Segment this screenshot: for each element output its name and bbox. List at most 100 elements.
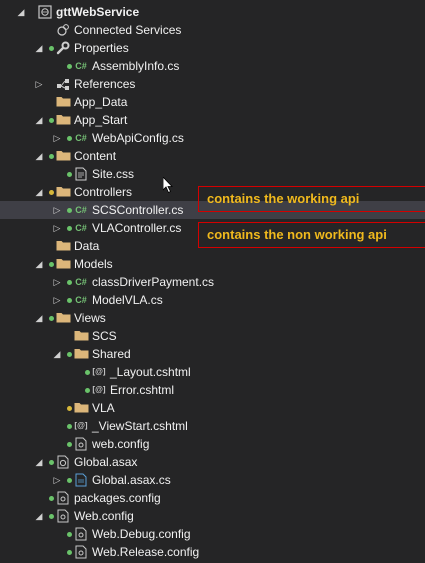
- expand-arrow-icon[interactable]: ◢: [34, 111, 44, 129]
- git-status-icon: [67, 172, 72, 177]
- config-file-icon: [55, 509, 71, 523]
- tree-item[interactable]: ◢ App_Start: [0, 111, 425, 129]
- wrench-icon: [55, 41, 71, 55]
- git-status-icon: [67, 136, 72, 141]
- config-file-icon: [73, 527, 89, 541]
- folder-icon: [55, 113, 71, 127]
- tree-item[interactable]: ◢ Web.config: [0, 507, 425, 525]
- tree-item[interactable]: ◢ Shared: [0, 345, 425, 363]
- project-icon: [37, 5, 53, 19]
- tree-item-label: packages.config: [74, 491, 161, 505]
- tree-item[interactable]: ▷ C# WebApiConfig.cs: [0, 129, 425, 147]
- git-status-icon: [49, 460, 54, 465]
- tree-item[interactable]: ◢ Global.asax: [0, 453, 425, 471]
- folder-icon: [73, 347, 89, 361]
- tree-item-label: SCS: [92, 329, 117, 343]
- git-status-icon: [85, 370, 90, 375]
- tree-item[interactable]: App_Data: [0, 93, 425, 111]
- csharp-file-icon: C#: [75, 277, 87, 287]
- expand-arrow-icon[interactable]: ◢: [34, 147, 44, 165]
- git-status-icon: [67, 208, 72, 213]
- csharp-file-icon: C#: [75, 223, 87, 233]
- tree-item[interactable]: Connected Services: [0, 21, 425, 39]
- tree-item[interactable]: ◢ Content: [0, 147, 425, 165]
- collapse-arrow-icon[interactable]: ▷: [52, 219, 62, 237]
- git-status-icon: [67, 352, 72, 357]
- tree-item-label: _ViewStart.cshtml: [92, 419, 188, 433]
- tree-item[interactable]: C# AssemblyInfo.cs: [0, 57, 425, 75]
- config-file-icon: [73, 437, 89, 451]
- tree-item-label: Controllers: [74, 185, 133, 199]
- csharp-config-file-icon: [73, 473, 89, 487]
- tree-item-label: Properties: [74, 41, 129, 55]
- folder-icon: [55, 95, 71, 109]
- git-status-icon: [67, 442, 72, 447]
- git-status-icon: [49, 46, 54, 51]
- tree-item[interactable]: Site.css: [0, 165, 425, 183]
- git-status-icon: [67, 424, 72, 429]
- tree-item[interactable]: [@] _Layout.cshtml: [0, 363, 425, 381]
- tree-item[interactable]: VLA: [0, 399, 425, 417]
- tree-item-label: ModelVLA.cs: [92, 293, 163, 307]
- tree-item-label: App_Data: [74, 95, 128, 109]
- config-file-icon: [73, 545, 89, 559]
- tree-item-label: App_Start: [74, 113, 128, 127]
- tree-item-label: Error.cshtml: [110, 383, 175, 397]
- tree-item-label: Data: [74, 239, 100, 253]
- config-file-icon: [55, 491, 71, 505]
- tree-item-label: SCSController.cs: [92, 203, 184, 217]
- collapse-arrow-icon[interactable]: ▷: [52, 273, 62, 291]
- tree-item[interactable]: Web.Release.config: [0, 543, 425, 561]
- tree-item[interactable]: ▷ References: [0, 75, 425, 93]
- git-status-icon: [49, 154, 54, 159]
- expand-arrow-icon[interactable]: ◢: [34, 183, 44, 201]
- tree-item-label: Global.asax.cs: [92, 473, 171, 487]
- tree-item-label: Models: [74, 257, 113, 271]
- collapse-arrow-icon[interactable]: ▷: [52, 129, 62, 147]
- expand-arrow-icon[interactable]: ◢: [34, 39, 44, 57]
- collapse-arrow-icon[interactable]: ▷: [52, 291, 62, 309]
- expand-arrow-icon[interactable]: ◢: [34, 309, 44, 327]
- git-status-icon: [67, 64, 72, 69]
- folder-icon: [55, 311, 71, 325]
- expand-arrow-icon[interactable]: ◢: [34, 453, 44, 471]
- tree-item[interactable]: ▷ C# ModelVLA.cs: [0, 291, 425, 309]
- tree-item-label: web.config: [92, 437, 150, 451]
- annotation-working-api: contains the working api: [198, 186, 425, 212]
- git-status-icon: [85, 388, 90, 393]
- tree-item[interactable]: Web.Debug.config: [0, 525, 425, 543]
- git-status-icon: [49, 118, 54, 123]
- collapse-arrow-icon[interactable]: ▷: [52, 471, 62, 489]
- tree-item[interactable]: ◢ Models: [0, 255, 425, 273]
- tree-item-label: Global.asax: [74, 455, 138, 469]
- tree-item[interactable]: ◢ Properties: [0, 39, 425, 57]
- tree-item[interactable]: [@] _ViewStart.cshtml: [0, 417, 425, 435]
- tree-item[interactable]: SCS: [0, 327, 425, 345]
- tree-item[interactable]: web.config: [0, 435, 425, 453]
- collapse-arrow-icon[interactable]: ▷: [34, 75, 44, 93]
- folder-icon: [73, 401, 89, 415]
- tree-item-label: Web.Release.config: [92, 545, 200, 559]
- git-status-icon: [67, 298, 72, 303]
- folder-icon: [55, 185, 71, 199]
- tree-item[interactable]: ◢ gttWebService: [0, 3, 425, 21]
- expand-arrow-icon[interactable]: ◢: [52, 345, 62, 363]
- tree-item[interactable]: [@] Error.cshtml: [0, 381, 425, 399]
- tree-item-label: References: [74, 77, 136, 91]
- expand-arrow-icon[interactable]: ◢: [34, 255, 44, 273]
- connected-services-icon: [55, 23, 71, 37]
- expand-arrow-icon[interactable]: ◢: [34, 507, 44, 525]
- folder-icon: [55, 149, 71, 163]
- collapse-arrow-icon[interactable]: ▷: [52, 201, 62, 219]
- expand-arrow-icon[interactable]: ◢: [16, 3, 26, 21]
- tree-item-label: Web.Debug.config: [92, 527, 191, 541]
- tree-item[interactable]: ▷ C# classDriverPayment.cs: [0, 273, 425, 291]
- csharp-file-icon: C#: [75, 133, 87, 143]
- solution-explorer-tree: ◢ gttWebService Connected Services ◢ Propert…: [0, 3, 425, 561]
- cshtml-file-icon: [@]: [92, 367, 106, 376]
- tree-item[interactable]: ▷ Global.asax.cs: [0, 471, 425, 489]
- tree-item[interactable]: packages.config: [0, 489, 425, 507]
- git-status-icon: [67, 532, 72, 537]
- tree-item[interactable]: ◢ Views: [0, 309, 425, 327]
- tree-item-label: Web.config: [74, 509, 134, 523]
